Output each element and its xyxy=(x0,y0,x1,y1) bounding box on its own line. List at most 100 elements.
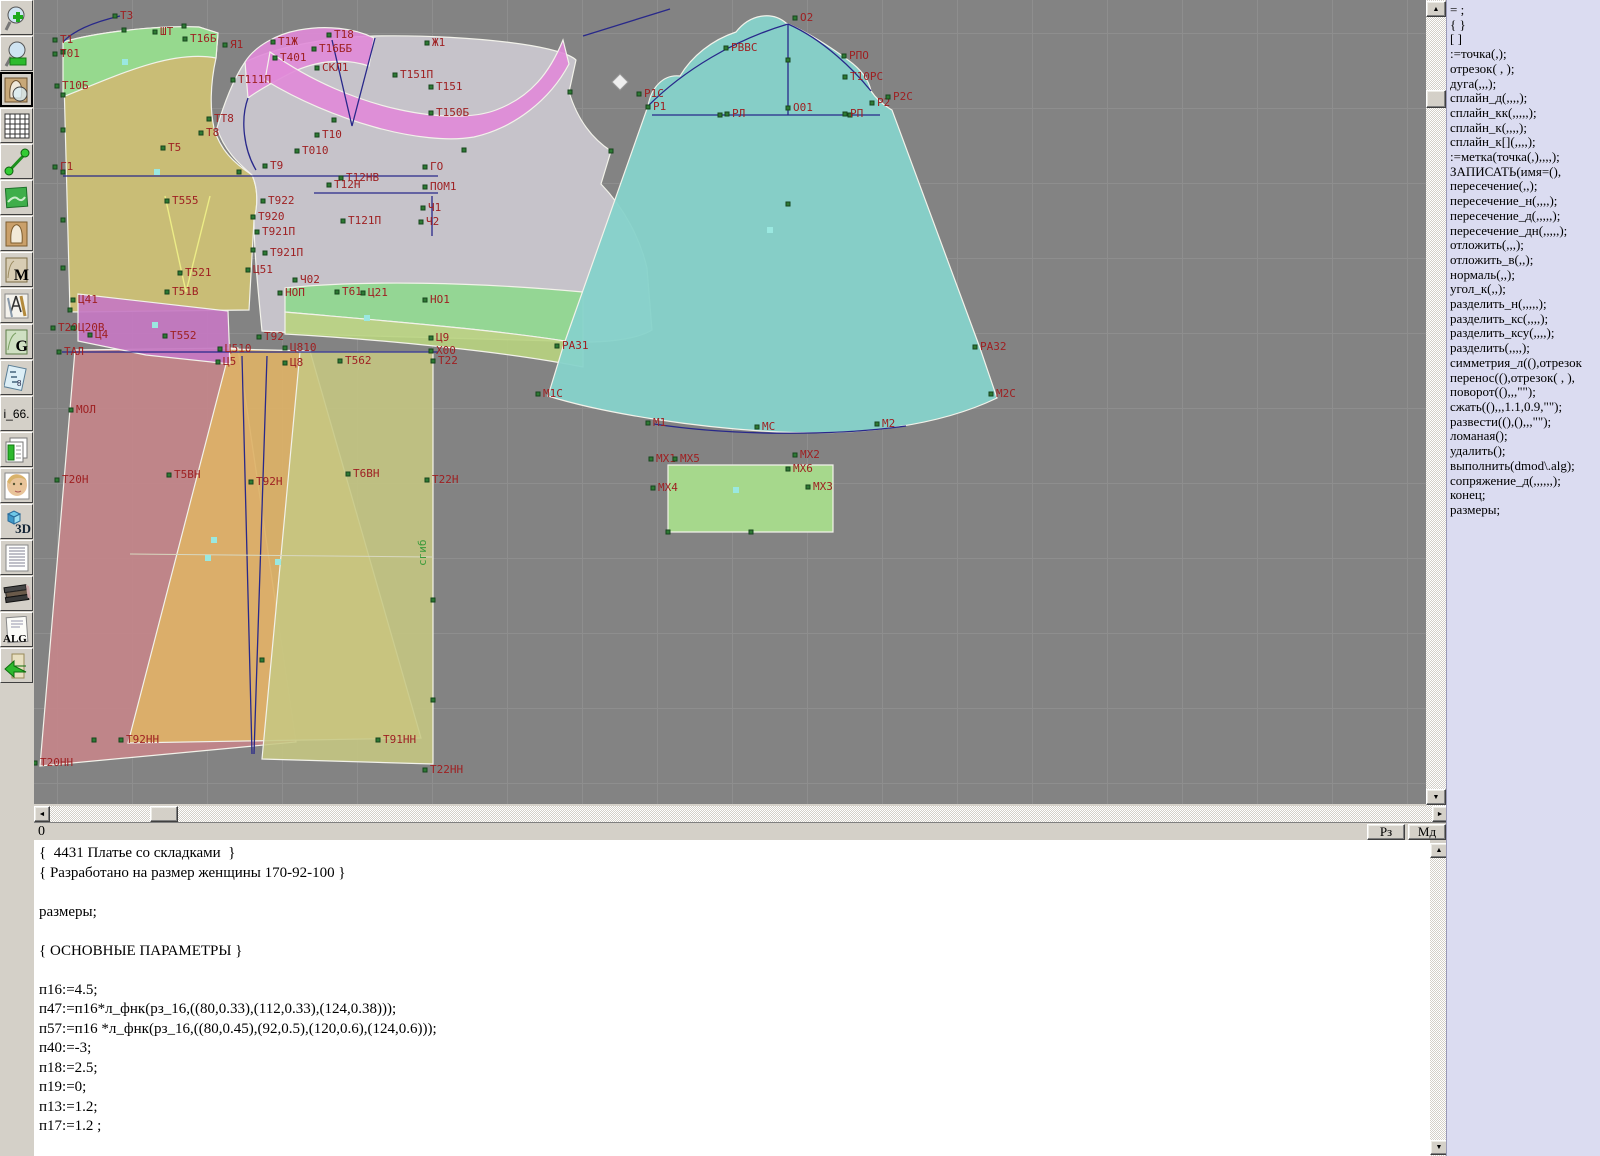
i66-button[interactable]: i_66. xyxy=(0,396,33,431)
command-item[interactable]: пересечение_дн(,,,,,); xyxy=(1450,224,1600,239)
command-item[interactable]: сплайн_д(,,,,); xyxy=(1450,91,1600,106)
image-button[interactable] xyxy=(0,180,33,215)
point-label: Т20НН xyxy=(40,756,73,769)
point-marker xyxy=(71,326,75,330)
command-item[interactable]: выполнить(dmod\.alg); xyxy=(1450,459,1600,474)
command-item[interactable]: ЗАПИСАТЬ(имя=(), xyxy=(1450,165,1600,180)
point-marker xyxy=(393,73,397,77)
point-marker xyxy=(429,349,433,353)
command-item[interactable]: дуга(,,,); xyxy=(1450,77,1600,92)
code-editor[interactable]: { 4431 Платье со складками }{ Разработан… xyxy=(30,840,1430,1156)
segment-button[interactable] xyxy=(0,144,33,179)
point-marker xyxy=(257,335,261,339)
drawing-tools-button[interactable] xyxy=(0,288,33,323)
selected-point-marker xyxy=(275,559,281,565)
threed-button[interactable]: 3D xyxy=(0,504,33,539)
point-marker xyxy=(53,38,57,42)
command-item[interactable]: сопряжение_д(,,,,,,); xyxy=(1450,474,1600,489)
grid-button[interactable] xyxy=(0,108,33,143)
command-item[interactable]: разделить_ксу(,,,,); xyxy=(1450,326,1600,341)
point-label: Т6ВН xyxy=(353,467,380,480)
point-marker xyxy=(278,291,282,295)
editor-line: п40:=-3; xyxy=(39,1039,1430,1059)
command-item[interactable]: { } xyxy=(1450,18,1600,33)
point-marker xyxy=(973,345,977,349)
table-chart-button[interactable] xyxy=(0,432,33,467)
command-item[interactable]: :=точка(,); xyxy=(1450,47,1600,62)
point-marker xyxy=(793,16,797,20)
command-item[interactable]: разделить_н(,,,,,); xyxy=(1450,297,1600,312)
back-arrow-button[interactable] xyxy=(0,648,33,683)
g-doc-button[interactable]: G xyxy=(0,324,33,359)
command-item[interactable]: поворот((),,,""); xyxy=(1450,385,1600,400)
command-item[interactable]: сплайн_кк(,,,,,); xyxy=(1450,106,1600,121)
command-item[interactable]: пересечение(,,); xyxy=(1450,179,1600,194)
point-label: Т22НН xyxy=(430,763,463,776)
canvas-vscrollbar[interactable] xyxy=(1426,0,1446,806)
canvas-vscroll-down[interactable]: ▼ xyxy=(1426,789,1446,805)
command-item[interactable]: размеры; xyxy=(1450,503,1600,518)
point-marker xyxy=(263,164,267,168)
point-marker xyxy=(431,359,435,363)
canvas-hscroll-left[interactable]: ◄ xyxy=(34,806,50,822)
canvas-hscroll-thumb[interactable] xyxy=(150,806,178,822)
command-item[interactable]: симметрия_л((),отрезок xyxy=(1450,356,1600,371)
command-item[interactable]: разделить(,,,,); xyxy=(1450,341,1600,356)
point-label: МС xyxy=(762,420,775,433)
command-item[interactable]: нормаль(,,); xyxy=(1450,268,1600,283)
command-item[interactable]: разделить_кс(,,,,); xyxy=(1450,312,1600,327)
editor-line: { Разработано на размер женщины 170-92-1… xyxy=(39,864,1430,884)
command-item[interactable]: развести((),(),,,""); xyxy=(1450,415,1600,430)
books-button[interactable] xyxy=(0,576,33,611)
point-marker xyxy=(119,738,123,742)
portrait-button[interactable] xyxy=(0,468,33,503)
point-label: Ц5 xyxy=(223,355,236,368)
command-item[interactable]: отложить(,,,); xyxy=(1450,238,1600,253)
command-item[interactable]: угол_к(,,); xyxy=(1450,282,1600,297)
command-item[interactable]: пересечение_н(,,,,); xyxy=(1450,194,1600,209)
point-marker xyxy=(315,66,319,70)
command-item[interactable]: сплайн_к(,,,,); xyxy=(1450,121,1600,136)
command-item[interactable]: :=метка(точка(,),,,,); xyxy=(1450,150,1600,165)
point-marker xyxy=(786,58,790,62)
canvas-hscrollbar[interactable] xyxy=(34,806,1448,822)
command-item[interactable]: пересечение_д(,,,,,); xyxy=(1450,209,1600,224)
canvas-vscroll-up[interactable]: ▲ xyxy=(1426,1,1446,17)
zoom-in-icon xyxy=(4,4,30,32)
point-marker xyxy=(327,33,331,37)
point-marker xyxy=(361,291,365,295)
point-marker xyxy=(338,359,342,363)
zoom-out-button[interactable] xyxy=(0,36,33,71)
command-item[interactable]: ломаная(); xyxy=(1450,429,1600,444)
m-doc-button[interactable]: M xyxy=(0,252,33,287)
zoom-in-button[interactable] xyxy=(0,0,33,35)
md-button[interactable]: Мд xyxy=(1408,824,1446,840)
pattern-canvas[interactable]: Т3Т1Т01Т10БШТТ16БЯ1Т1ЖТ401Т18Т16ББСКЛ1Т1… xyxy=(34,0,1426,804)
preview-pattern-button[interactable] xyxy=(0,72,33,107)
command-item[interactable]: перенос((),отрезок( , ), xyxy=(1450,371,1600,386)
point-marker xyxy=(335,290,339,294)
command-item[interactable]: = ; xyxy=(1450,3,1600,18)
selected-point-marker xyxy=(152,322,158,328)
pattern-piece-button[interactable] xyxy=(0,216,33,251)
command-item[interactable]: [ ] xyxy=(1450,32,1600,47)
point-label: РПО xyxy=(849,49,869,62)
point-marker xyxy=(163,334,167,338)
rz-button[interactable]: Рз xyxy=(1367,824,1405,840)
text-list-button[interactable] xyxy=(0,540,33,575)
alg-doc-button[interactable]: ALG xyxy=(0,612,33,647)
command-item[interactable]: удалить(); xyxy=(1450,444,1600,459)
point-label: М2 xyxy=(882,417,895,430)
command-item[interactable]: сжать((),,,1.1,0.9,""); xyxy=(1450,400,1600,415)
command-item[interactable]: отложить_в(,,); xyxy=(1450,253,1600,268)
command-item[interactable]: отрезок( , ); xyxy=(1450,62,1600,77)
canvas-vscroll-thumb[interactable] xyxy=(1426,90,1446,108)
point-marker xyxy=(293,278,297,282)
command-item[interactable]: сплайн_к[](,,,,); xyxy=(1450,135,1600,150)
point-label: Т5 xyxy=(168,141,181,154)
editor-line: п18:=2.5; xyxy=(39,1059,1430,1079)
command-item[interactable]: конец; xyxy=(1450,488,1600,503)
point-label: Т92Н xyxy=(256,475,283,488)
point-marker xyxy=(237,170,241,174)
ruler-button[interactable]: 8 xyxy=(0,360,33,395)
